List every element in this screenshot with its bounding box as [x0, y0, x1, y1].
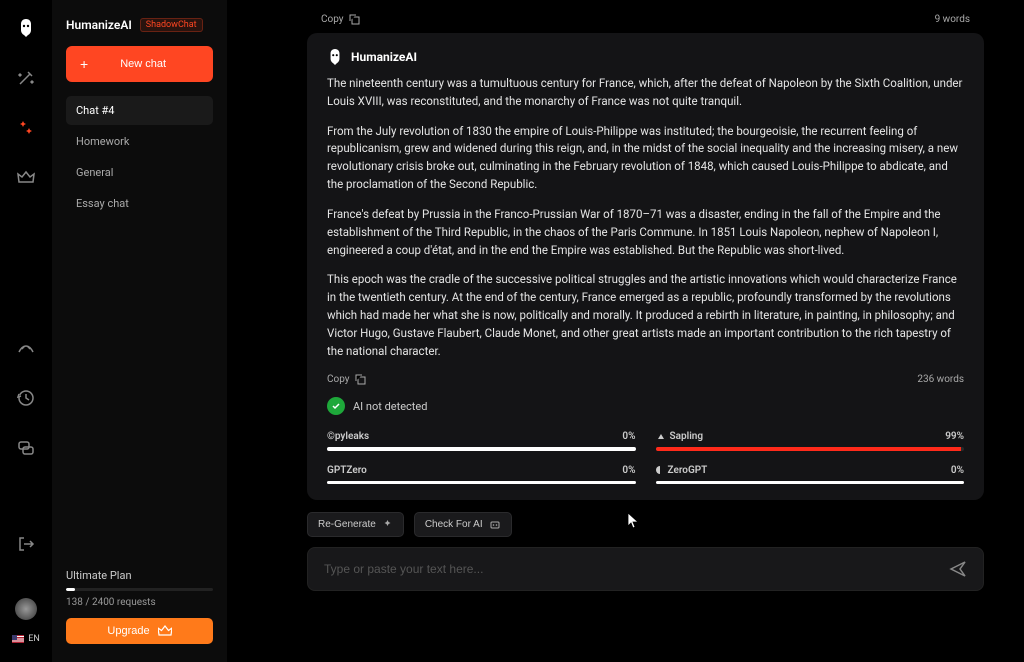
detector-pct: 0% [951, 465, 964, 476]
crown-icon[interactable] [16, 168, 36, 188]
history-icon[interactable] [16, 388, 36, 408]
copy-icon [355, 374, 366, 385]
detector-pct: 99% [945, 431, 964, 442]
check-ai-button[interactable]: Check For AI [414, 512, 512, 537]
detector-item: ZeroGPT 0% [656, 465, 965, 485]
word-count: 236 words [917, 374, 964, 385]
sparkles-icon[interactable] [16, 118, 36, 138]
chat-item[interactable]: Homework [66, 127, 213, 156]
copy-button[interactable]: Copy [321, 14, 360, 25]
flag-icon [12, 635, 24, 643]
response-paragraph: France's defeat by Prussia in the Franco… [327, 206, 964, 259]
chat-item[interactable]: Chat #4 [66, 96, 213, 125]
copy-label: Copy [327, 374, 350, 385]
main-content: Copy 9 words HumanizeAI The nineteenth c… [227, 0, 1024, 662]
sapling-icon [656, 432, 666, 442]
detector-item: Sapling 99% [656, 431, 965, 451]
send-button[interactable] [949, 560, 967, 578]
crown-icon [158, 625, 172, 637]
copy-label: Copy [321, 14, 344, 25]
upgrade-label: Upgrade [107, 625, 149, 637]
chat-list: Chat #4 Homework General Essay chat [66, 96, 213, 218]
word-count: 9 words [935, 14, 970, 25]
card-footer: Copy 236 words [327, 374, 964, 385]
app-badge: ShadowChat [140, 18, 203, 32]
sidebar: HumanizeAI ShadowChat + New chat Chat #4… [52, 0, 227, 662]
actions-row: Re-Generate Check For AI [307, 510, 984, 547]
logo-icon [327, 49, 343, 65]
check-label: Check For AI [425, 519, 483, 530]
plan-name: Ultimate Plan [66, 569, 213, 582]
response-title: HumanizeAI [351, 50, 417, 64]
input-bar [307, 547, 984, 591]
detector-item: GPTZero 0% [327, 465, 636, 485]
plan-requests: 138 / 2400 requests [66, 597, 213, 608]
plan-block: Ultimate Plan 138 / 2400 requests Upgrad… [66, 569, 213, 644]
detector-pct: 0% [622, 465, 635, 476]
chat-item[interactable]: General [66, 158, 213, 187]
copy-button[interactable]: Copy [327, 374, 366, 385]
magic-wand-icon[interactable] [16, 68, 36, 88]
detectors-grid: ©pyleaks 0% Sapling 99% GPTZero [327, 431, 964, 484]
half-circle-icon [656, 466, 664, 474]
logout-icon[interactable] [16, 534, 36, 554]
cursor-icon [627, 512, 641, 530]
plus-icon: + [80, 56, 88, 72]
detector-name: ©pyleaks [327, 431, 369, 442]
top-meta-row: Copy 9 words [307, 14, 984, 33]
ai-status: AI not detected [327, 397, 964, 415]
response-paragraph: This epoch was the cradle of the success… [327, 271, 964, 360]
comments-icon[interactable] [16, 438, 36, 458]
new-chat-button[interactable]: + New chat [66, 46, 213, 82]
message-input[interactable] [324, 562, 949, 576]
chat-item[interactable]: Essay chat [66, 189, 213, 218]
detector-name: Sapling [656, 431, 704, 442]
sparkle-icon [382, 519, 393, 530]
detector-item: ©pyleaks 0% [327, 431, 636, 451]
lang-label: EN [28, 634, 40, 644]
avatar[interactable] [15, 598, 37, 620]
regenerate-label: Re-Generate [318, 519, 376, 530]
logo-icon[interactable] [16, 18, 36, 38]
detector-name: ZeroGPT [656, 465, 708, 476]
response-paragraph: From the July revolution of 1830 the emp… [327, 123, 964, 194]
new-chat-label: New chat [120, 58, 166, 70]
response-paragraph: The nineteenth century was a tumultuous … [327, 75, 964, 111]
icon-rail: EN [0, 0, 52, 662]
regenerate-button[interactable]: Re-Generate [307, 512, 404, 537]
detector-pct: 0% [622, 431, 635, 442]
copy-icon [349, 14, 360, 25]
response-body: The nineteenth century was a tumultuous … [327, 75, 964, 360]
sidebar-header: HumanizeAI ShadowChat [66, 18, 213, 32]
upgrade-button[interactable]: Upgrade [66, 618, 213, 644]
ai-status-text: AI not detected [353, 400, 427, 413]
robot-icon [489, 520, 501, 530]
detector-name: GPTZero [327, 465, 367, 476]
paper-plane-icon[interactable] [16, 338, 36, 358]
check-icon [327, 397, 345, 415]
plan-progress [66, 588, 213, 591]
response-card: HumanizeAI The nineteenth century was a … [307, 33, 984, 500]
language-switcher[interactable]: EN [12, 634, 40, 644]
app-name: HumanizeAI [66, 18, 132, 32]
